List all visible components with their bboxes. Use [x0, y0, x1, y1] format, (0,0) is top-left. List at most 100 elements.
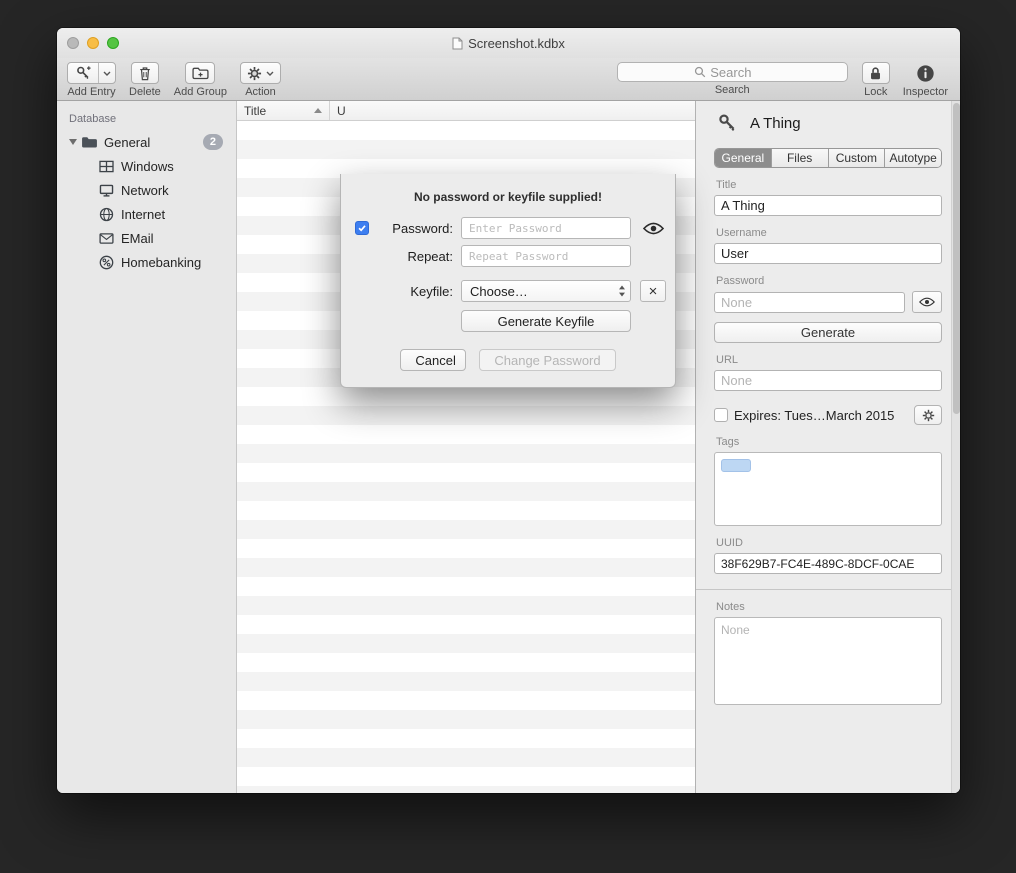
gear-icon [922, 409, 935, 422]
chevron-down-icon[interactable] [99, 63, 115, 83]
folder-plus-icon [192, 67, 209, 80]
add-entry-toolbar-item: Add Entry [67, 62, 116, 98]
add-entry-button[interactable] [67, 62, 116, 84]
sidebar-item-label: Windows [121, 159, 174, 174]
search-caption: Search [715, 84, 750, 96]
traffic-lights [67, 37, 119, 49]
dialog-repeat-input[interactable] [461, 245, 631, 267]
sidebar-item-email[interactable]: EMail [57, 226, 236, 250]
sidebar-item-network[interactable]: Network [57, 178, 236, 202]
window-title: Screenshot.kdbx [452, 36, 565, 51]
scrollbar-thumb[interactable] [953, 103, 960, 414]
chevron-down-icon [266, 71, 274, 76]
dialog-repeat-label: Repeat: [377, 249, 461, 264]
delete-label: Delete [129, 86, 161, 98]
dialog-password-input[interactable] [461, 217, 631, 239]
keyfile-dropdown-value: Choose… [470, 284, 528, 299]
expires-checkbox[interactable] [714, 408, 728, 422]
sidebar-header: Database [57, 109, 236, 130]
inspector-button[interactable] [910, 62, 940, 84]
key-plus-icon[interactable] [68, 63, 99, 83]
add-group-label: Add Group [174, 86, 227, 98]
clear-keyfile-button[interactable]: × [640, 280, 666, 302]
uuid-field[interactable] [714, 553, 942, 574]
password-field[interactable] [714, 292, 905, 313]
username-field[interactable] [714, 243, 942, 264]
notes-field[interactable] [714, 617, 942, 705]
gear-icon [247, 66, 262, 81]
url-field[interactable] [714, 370, 942, 391]
search-input[interactable] [710, 65, 770, 80]
generate-keyfile-button[interactable]: Generate Keyfile [461, 310, 631, 332]
search-field[interactable] [617, 62, 848, 82]
trash-icon [138, 66, 152, 81]
sidebar-item-internet[interactable]: Internet [57, 202, 236, 226]
column-header-username[interactable]: U [330, 101, 353, 120]
entry-count-badge: 2 [203, 134, 223, 150]
sidebar-item-homebanking[interactable]: Homebanking [57, 250, 236, 274]
title-bar[interactable]: Screenshot.kdbx [57, 28, 960, 58]
search-icon [694, 66, 706, 78]
search-toolbar-item: Search [617, 62, 848, 96]
tags-box[interactable] [714, 452, 942, 526]
add-group-toolbar-item: Add Group [174, 62, 227, 98]
expires-label: Expires: Tues…March 2015 [734, 408, 894, 423]
tab-custom[interactable]: Custom [829, 149, 886, 167]
percent-coin-icon [97, 253, 115, 271]
add-group-button[interactable] [185, 62, 215, 84]
globe-icon [97, 205, 115, 223]
generate-password-button[interactable]: Generate [714, 322, 942, 343]
reveal-password-button[interactable] [912, 291, 942, 313]
sidebar-item-general[interactable]: General 2 [57, 130, 236, 154]
document-icon [452, 37, 463, 50]
inspector-label: Inspector [903, 86, 948, 98]
add-entry-label: Add Entry [67, 86, 115, 98]
display-icon [97, 181, 115, 199]
inspector-scrollbar[interactable] [951, 101, 960, 793]
dialog-reveal-password-button[interactable] [631, 222, 675, 235]
close-button[interactable] [67, 37, 79, 49]
tags-label: Tags [716, 436, 942, 448]
app-window: Screenshot.kdbx Add Entry Delete [57, 28, 960, 793]
column-header-title[interactable]: Title [237, 101, 330, 120]
expires-row: Expires: Tues…March 2015 [714, 405, 942, 425]
sidebar: Database General 2 Windows Network [57, 101, 237, 793]
content-area: Database General 2 Windows Network [57, 101, 960, 793]
delete-button[interactable] [131, 62, 159, 84]
password-checkbox[interactable] [355, 221, 369, 235]
tag-chip[interactable] [721, 459, 751, 472]
action-button[interactable] [240, 62, 281, 84]
expires-settings-button[interactable] [914, 405, 942, 425]
keyfile-dropdown[interactable]: Choose… [461, 280, 631, 302]
entry-title: A Thing [750, 115, 801, 132]
tab-files[interactable]: Files [772, 149, 829, 167]
toolbar: Add Entry Delete Add Group [57, 58, 960, 101]
minimize-button[interactable] [87, 37, 99, 49]
password-field-label: Password [716, 275, 942, 287]
sidebar-item-windows[interactable]: Windows [57, 154, 236, 178]
tab-general[interactable]: General [715, 149, 772, 167]
username-field-label: Username [716, 227, 942, 239]
zoom-button[interactable] [107, 37, 119, 49]
action-toolbar-item: Action [240, 62, 281, 98]
lock-button[interactable] [862, 62, 890, 84]
change-password-button[interactable]: Change Password [479, 349, 615, 371]
disclosure-triangle-icon[interactable] [66, 139, 79, 145]
dialog-password-label: Password: [377, 221, 461, 236]
uuid-label: UUID [716, 537, 942, 549]
title-field[interactable] [714, 195, 942, 216]
eye-icon [643, 222, 664, 235]
key-icon [717, 113, 737, 133]
inspector-tabs: General Files Custom Autotype [714, 148, 942, 168]
tab-autotype[interactable]: Autotype [885, 149, 941, 167]
dialog-message: No password or keyfile supplied! [341, 190, 675, 204]
inspector-panel: A Thing General Files Custom Autotype Ti… [695, 101, 960, 793]
sidebar-item-label: Internet [121, 207, 165, 222]
inspector-toolbar-item: Inspector [903, 62, 948, 98]
stepper-icon [618, 284, 626, 298]
delete-toolbar-item: Delete [129, 62, 161, 98]
action-label: Action [245, 86, 276, 98]
sidebar-item-label: Homebanking [121, 255, 201, 270]
notes-label: Notes [716, 601, 942, 613]
cancel-button[interactable]: Cancel [400, 349, 466, 371]
